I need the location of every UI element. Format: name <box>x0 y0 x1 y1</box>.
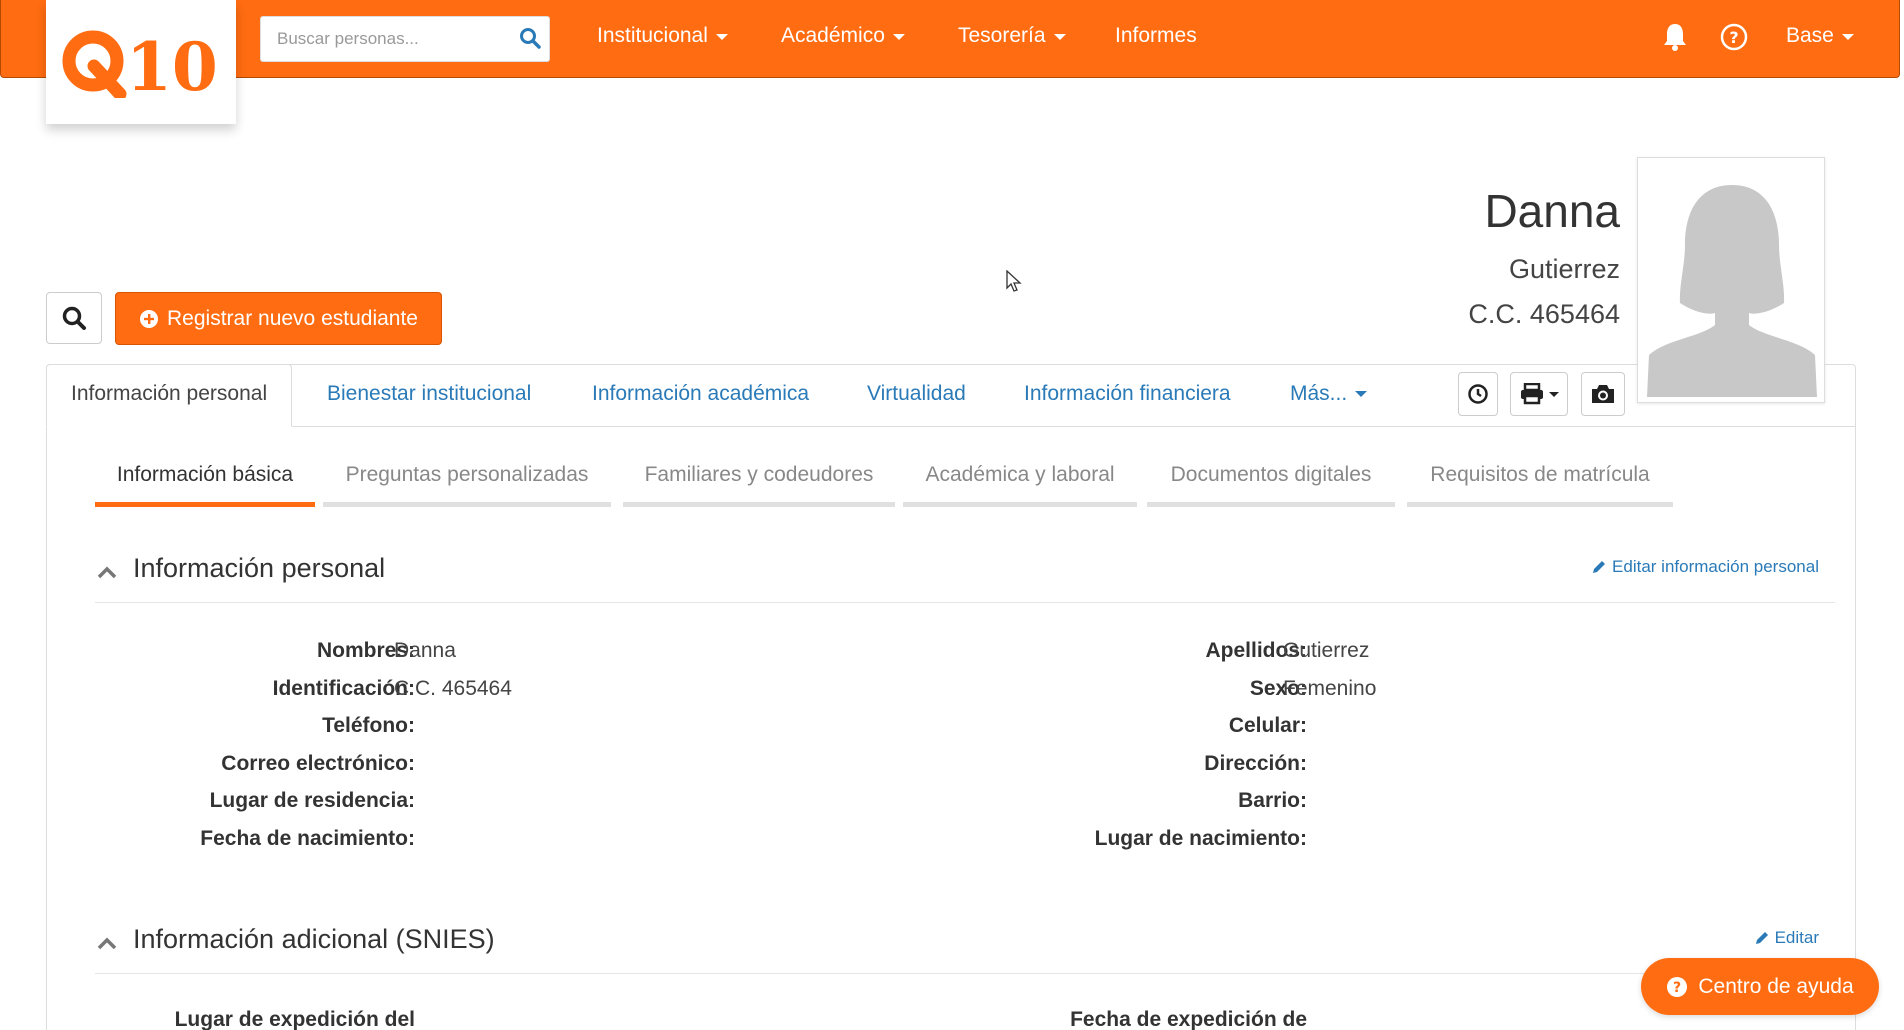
label-telefono: Teléfono: <box>322 714 415 737</box>
label-fecha-nacimiento: Fecha de nacimiento: <box>200 827 415 850</box>
tab-informacion-personal[interactable]: Información personal <box>46 364 293 427</box>
edit-label: Editar información personal <box>1612 557 1819 576</box>
q10-logo[interactable]: 10 <box>46 0 236 124</box>
profile-photo[interactable] <box>1637 157 1825 403</box>
profile-last-name: Gutierrez <box>1508 254 1620 284</box>
nav-label: Informes <box>1115 24 1197 47</box>
logo-mark-icon: 10 <box>62 28 218 98</box>
label-celular: Celular: <box>1228 714 1307 737</box>
profile-first-name: Danna <box>1484 185 1620 237</box>
svg-text:10: 10 <box>126 28 218 98</box>
tab-informacion-financiera[interactable]: Información financiera <box>1024 382 1231 406</box>
search-student-button[interactable] <box>46 292 102 344</box>
caret-down-icon <box>1053 34 1066 40</box>
mouse-cursor-icon <box>1006 270 1022 292</box>
tab-mas[interactable]: Más... <box>1290 382 1368 406</box>
top-navbar: Institucional Académico Tesorería Inform… <box>0 0 1900 78</box>
section-snies-header: Información adicional (SNIES) Editar <box>95 914 1835 974</box>
register-student-button[interactable]: Registrar nuevo estudiante <box>115 292 442 345</box>
caret-down-icon <box>1355 391 1368 398</box>
caret-down-icon <box>1841 34 1854 40</box>
subtab-informacion-basica[interactable]: Información básica <box>95 457 315 507</box>
user-menu-base[interactable]: Base <box>1786 24 1854 48</box>
register-label: Registrar nuevo estudiante <box>167 306 418 330</box>
pencil-icon <box>1755 932 1768 944</box>
value-apellidos: Gutierrez <box>1283 639 1370 662</box>
search-icon[interactable] <box>519 27 541 54</box>
search-box <box>260 16 550 62</box>
help-center-button[interactable]: ? Centro de ayuda <box>1641 958 1879 1015</box>
question-circle-icon: ? <box>1667 976 1688 997</box>
nav-label: Tesorería <box>958 24 1046 47</box>
tab-bienestar-institucional[interactable]: Bienestar institucional <box>327 382 531 406</box>
search-people-input[interactable] <box>261 17 509 61</box>
label-barrio: Barrio: <box>1238 789 1307 812</box>
search-icon <box>62 306 86 330</box>
pencil-icon <box>1593 561 1606 573</box>
nav-informes[interactable]: Informes <box>1115 24 1197 48</box>
camera-button[interactable] <box>1581 372 1625 416</box>
subtab-preguntas-personalizadas[interactable]: Preguntas personalizadas <box>323 457 611 507</box>
nav-institucional[interactable]: Institucional <box>597 24 728 48</box>
student-panel: Información personal Bienestar instituci… <box>46 364 1856 1030</box>
clock-icon <box>1468 384 1488 404</box>
label-lugar-nacimiento: Lugar de nacimiento: <box>1094 827 1307 850</box>
history-button[interactable] <box>1458 372 1498 416</box>
value-identificacion: C.C. 465464 <box>394 677 512 700</box>
user-menu-label: Base <box>1786 24 1834 47</box>
svg-text:?: ? <box>1673 980 1681 996</box>
chevron-up-icon[interactable] <box>97 565 117 584</box>
svg-text:?: ? <box>1729 28 1738 47</box>
print-button[interactable] <box>1510 372 1568 416</box>
label-lugar-residencia: Lugar de residencia: <box>209 789 415 812</box>
subtab-documentos-digitales[interactable]: Documentos digitales <box>1147 457 1395 507</box>
nav-label: Académico <box>781 24 885 47</box>
edit-snies-link[interactable]: Editar <box>1754 928 1819 948</box>
section-title: Información personal <box>133 553 386 583</box>
label-lugar-expedicion: Lugar de expedición del <box>174 1008 415 1030</box>
tab-informacion-academica[interactable]: Información académica <box>592 382 809 406</box>
chevron-up-icon[interactable] <box>97 936 117 955</box>
tab-virtualidad[interactable]: Virtualidad <box>867 382 966 406</box>
value-nombres: Danna <box>394 639 456 662</box>
section-title: Información adicional (SNIES) <box>133 924 495 954</box>
profile-id: C.C. 465464 <box>1468 299 1620 329</box>
label-direccion: Dirección: <box>1204 752 1307 775</box>
edit-label: Editar <box>1774 928 1819 947</box>
caret-down-icon <box>715 34 728 40</box>
nav-label: Institucional <box>597 24 708 47</box>
edit-personal-info-link[interactable]: Editar información personal <box>1591 557 1819 577</box>
nav-academico[interactable]: Académico <box>781 24 905 48</box>
nav-tesoreria[interactable]: Tesorería <box>958 24 1066 48</box>
bell-icon[interactable] <box>1662 22 1688 57</box>
avatar-placeholder-icon <box>1645 165 1819 397</box>
plus-circle-icon <box>140 309 158 328</box>
subtab-academica-laboral[interactable]: Académica y laboral <box>903 457 1137 507</box>
label-fecha-expedicion: Fecha de expedición de <box>1070 1008 1307 1030</box>
value-sexo: Femenino <box>1283 677 1377 700</box>
label-correo: Correo electrónico: <box>221 752 415 775</box>
help-label: Centro de ayuda <box>1698 974 1854 998</box>
main-tabs: Información personal Bienestar instituci… <box>46 364 1855 427</box>
subtab-familiares-codeudores[interactable]: Familiares y codeudores <box>623 457 895 507</box>
caret-down-icon <box>1549 391 1559 397</box>
section-personal-info-header: Información personal Editar información … <box>95 543 1835 603</box>
subtab-requisitos-matricula[interactable]: Requisitos de matrícula <box>1407 457 1673 507</box>
camera-icon <box>1592 385 1614 403</box>
help-circle-icon[interactable]: ? <box>1719 22 1749 57</box>
tab-mas-label: Más... <box>1290 382 1348 405</box>
caret-down-icon <box>892 34 905 40</box>
print-icon <box>1521 383 1543 405</box>
